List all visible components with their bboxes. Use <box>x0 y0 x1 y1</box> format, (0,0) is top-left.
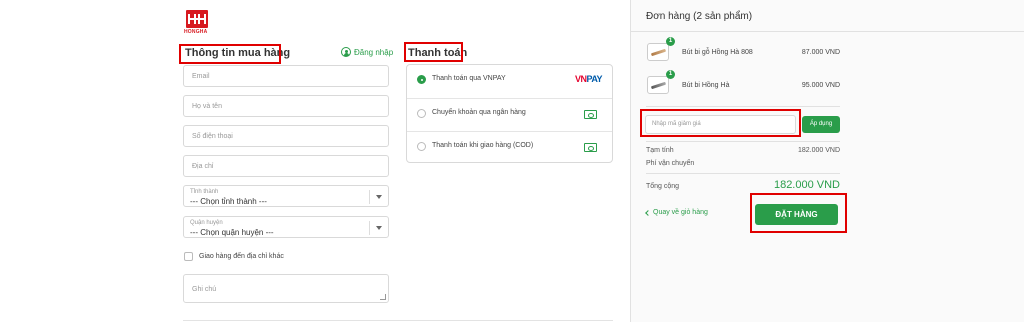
province-label: Tỉnh thành <box>190 189 219 195</box>
ship-other-address-row[interactable]: Giao hàng đến địa chỉ khác <box>184 252 284 261</box>
district-value: --- Chọn quận huyện --- <box>190 228 274 237</box>
ship-other-label: Giao hàng đến địa chỉ khác <box>199 253 284 260</box>
brand-logo[interactable]: HONGHA <box>184 10 212 36</box>
chevron-down-icon <box>376 195 382 199</box>
email-field[interactable]: Email <box>183 65 389 87</box>
highlight-place-order <box>750 193 847 233</box>
product-name: Bút bi gỗ Hồng Hà 808 <box>682 49 753 56</box>
payment-label: Chuyển khoản qua ngân hàng <box>432 109 526 116</box>
product-name: Bút bi Hồng Hà <box>682 82 730 89</box>
subtotal-value: 182.000 VND <box>797 147 840 154</box>
province-select[interactable]: Tỉnh thành --- Chọn tỉnh thành --- <box>183 185 389 207</box>
radio-cod[interactable] <box>417 142 426 151</box>
note-placeholder: Ghi chú <box>192 286 217 293</box>
subtotal-label: Tạm tính <box>646 147 674 154</box>
payment-option-bank-transfer[interactable]: Chuyển khoản qua ngân hàng <box>407 98 612 129</box>
highlight-customer-title <box>179 44 281 64</box>
product-thumbnail <box>647 43 669 61</box>
order-divider <box>630 31 1024 32</box>
payment-label: Thanh toán qua VNPAY <box>432 75 506 82</box>
checkout-main: HONGHA Thông tin mua hàng Đăng nhập Emai… <box>0 0 630 322</box>
name-placeholder: Họ và tên <box>192 103 222 110</box>
order-title: Đơn hàng (2 sản phẩm) <box>646 11 753 22</box>
payment-option-vnpay[interactable]: Thanh toán qua VNPAY VNPAY <box>407 65 612 96</box>
radio-bank-transfer[interactable] <box>417 109 426 118</box>
name-field[interactable]: Họ và tên <box>183 95 389 117</box>
payment-methods: Thanh toán qua VNPAY VNPAY Chuyển khoản … <box>406 64 613 163</box>
note-textarea[interactable]: Ghi chú <box>183 274 389 303</box>
login-link[interactable]: Đăng nhập <box>341 47 393 57</box>
phone-placeholder: Số điện thoại <box>192 133 233 140</box>
address-placeholder: Địa chỉ <box>192 163 214 170</box>
vnpay-logo-icon: VNPAY <box>574 74 603 84</box>
login-link-label: Đăng nhập <box>354 47 394 57</box>
email-placeholder: Email <box>192 73 210 80</box>
province-value: --- Chọn tỉnh thành --- <box>190 197 267 206</box>
product-thumbnail <box>647 76 669 94</box>
shipping-label: Phí vận chuyển <box>646 160 695 167</box>
logo-text: HONGHA <box>184 29 208 35</box>
form-divider <box>183 320 613 321</box>
coupon-divider <box>646 141 840 142</box>
quantity-badge: 1 <box>666 70 675 79</box>
chevron-left-icon <box>645 209 651 216</box>
phone-field[interactable]: Số điện thoại <box>183 125 389 147</box>
product-price: 87.000 VND <box>801 49 840 56</box>
ship-other-checkbox[interactable] <box>184 252 193 261</box>
product-price: 95.000 VND <box>801 82 840 89</box>
select-divider <box>369 221 370 235</box>
total-label: Tổng cộng <box>646 183 680 190</box>
district-select[interactable]: Quận huyện --- Chọn quận huyện --- <box>183 216 389 238</box>
cash-icon <box>584 110 597 119</box>
district-label: Quận huyện <box>190 220 223 226</box>
logo-mark <box>186 10 208 28</box>
user-icon <box>341 47 351 57</box>
total-value: 182.000 VND <box>773 179 840 191</box>
apply-coupon-button[interactable]: Áp dụng <box>802 116 840 133</box>
payment-option-cod[interactable]: Thanh toán khi giao hàng (COD) <box>407 131 612 162</box>
cash-icon <box>584 143 597 152</box>
back-to-cart-link[interactable]: Quay về giỏ hàng <box>645 209 708 216</box>
summary-divider <box>646 173 840 174</box>
chevron-down-icon <box>376 226 382 230</box>
highlight-coupon <box>640 109 801 137</box>
highlight-payment-title <box>404 42 463 62</box>
address-field[interactable]: Địa chỉ <box>183 155 389 177</box>
radio-vnpay[interactable] <box>417 75 426 84</box>
resize-grip-icon[interactable] <box>380 294 386 300</box>
select-divider <box>369 190 370 204</box>
back-to-cart-label: Quay về giỏ hàng <box>653 209 708 216</box>
items-divider <box>646 106 840 107</box>
payment-label: Thanh toán khi giao hàng (COD) <box>432 142 534 149</box>
quantity-badge: 1 <box>666 37 675 46</box>
